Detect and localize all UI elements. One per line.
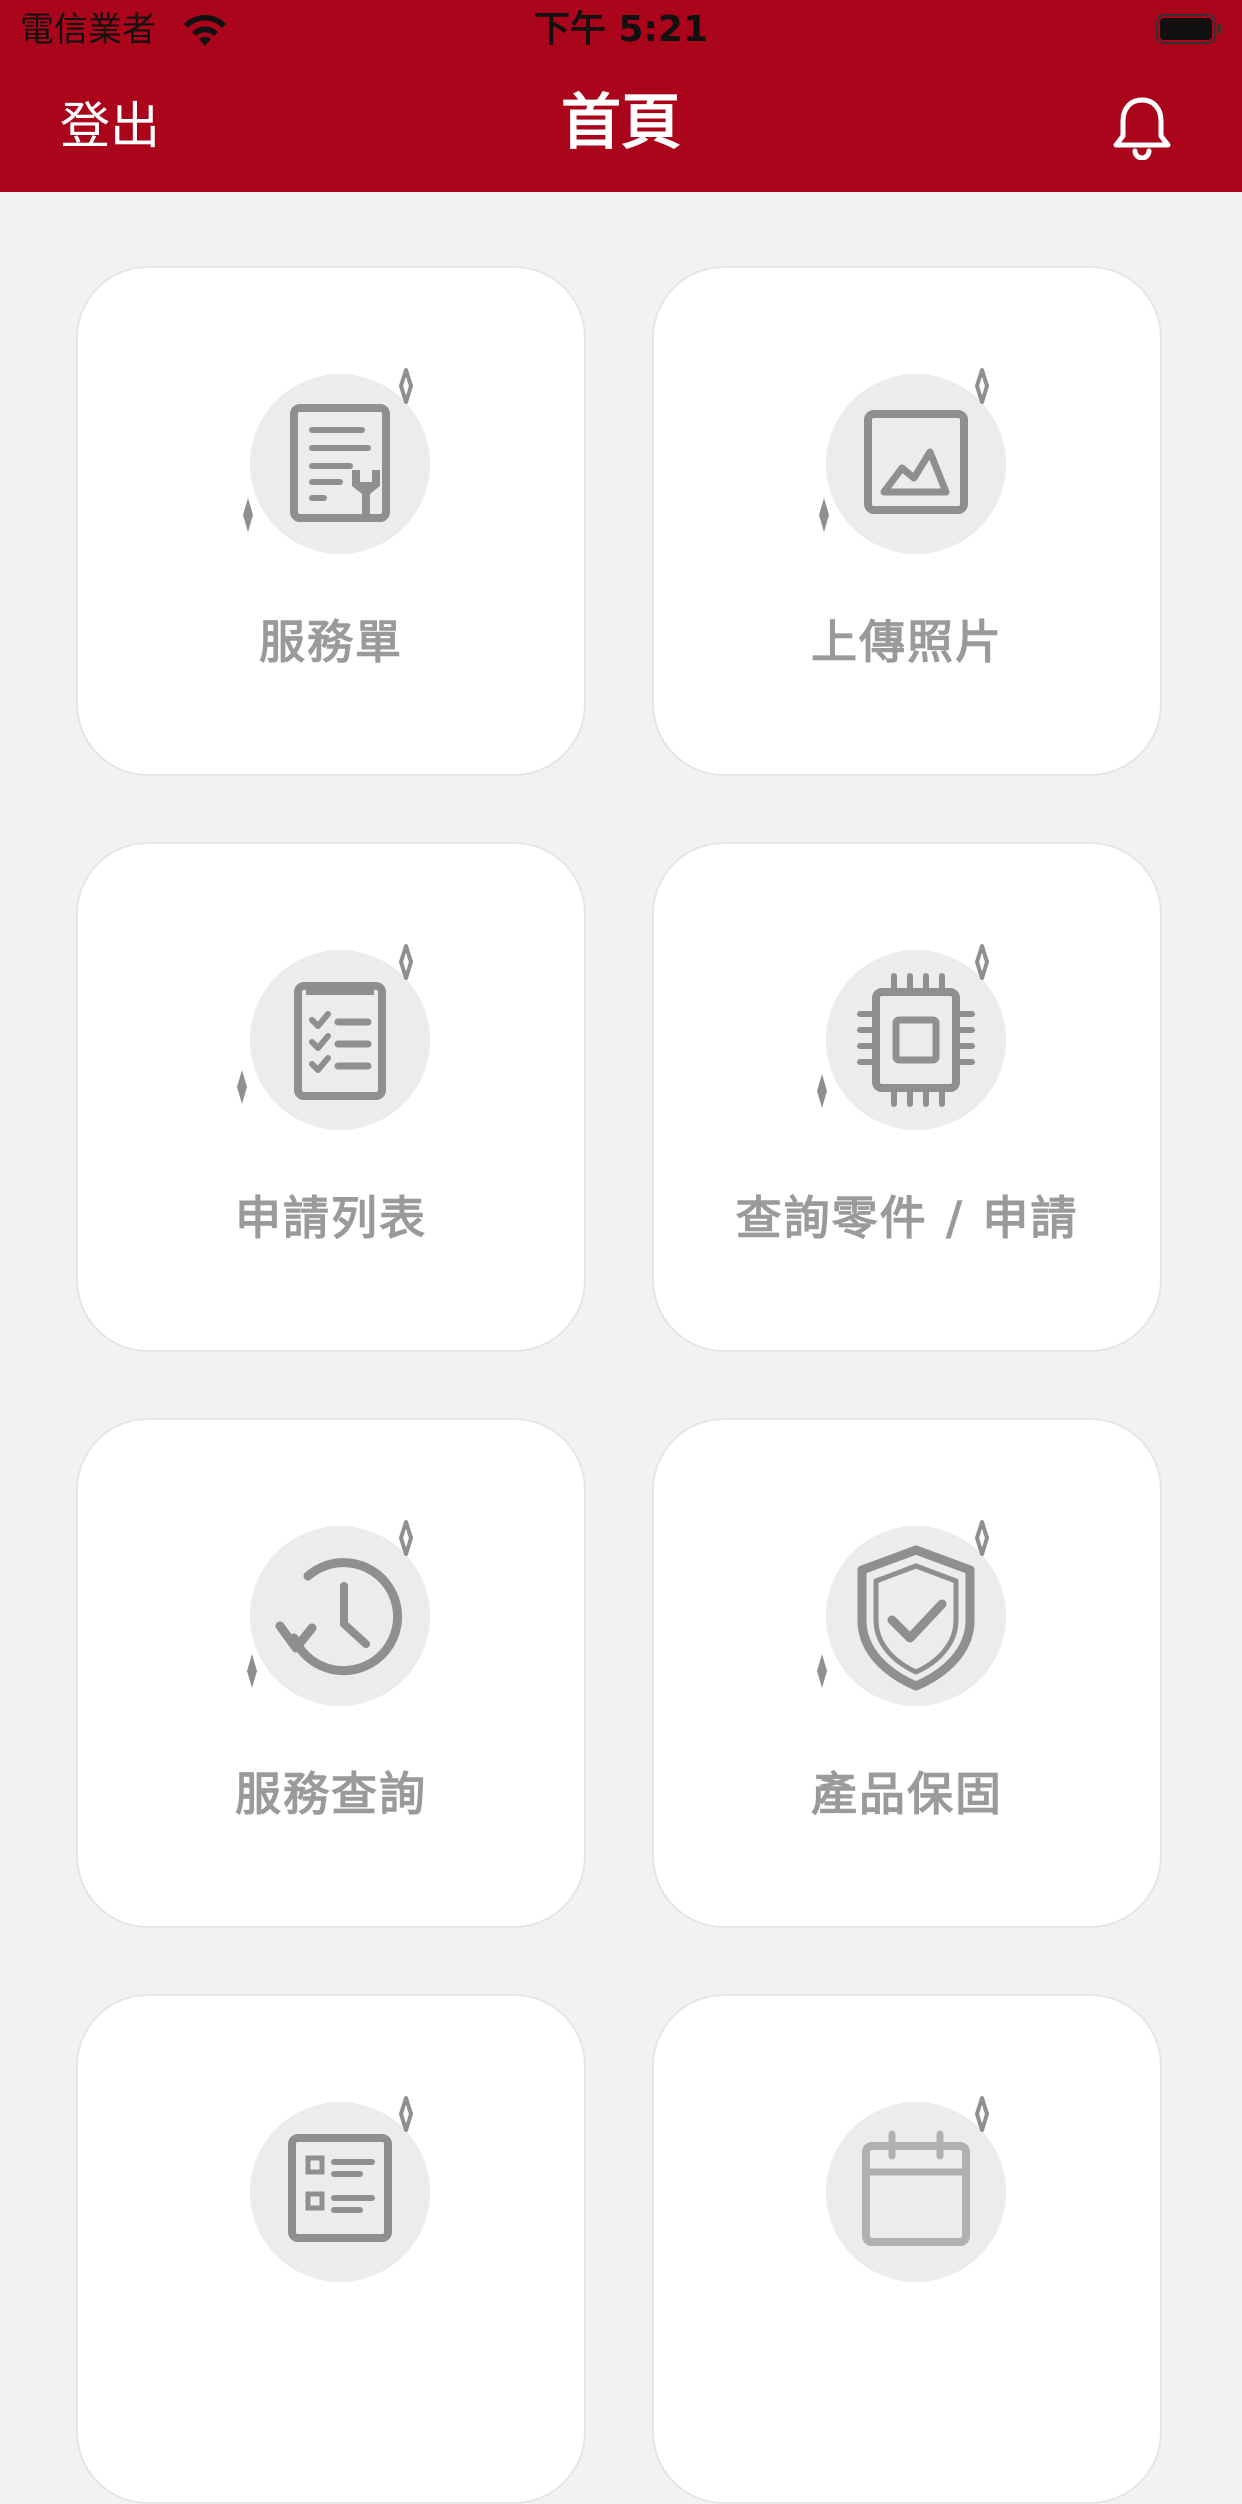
menu-card-label: 查詢零件 / 申請	[735, 1191, 1079, 1245]
sparkle-icon	[237, 1070, 247, 1104]
menu-card-service-order[interactable]: 服務單	[76, 266, 586, 776]
status-bar: 電信業者 下午 5:21	[0, 0, 1242, 60]
sparkle-icon	[817, 1074, 827, 1108]
sparkle-icon	[817, 1654, 827, 1688]
menu-card-document-list[interactable]	[76, 1994, 586, 2504]
sparkle-icon	[975, 368, 989, 404]
menu-card-parts-inquiry[interactable]: 查詢零件 / 申請	[652, 842, 1162, 1352]
menu-card-label: 申請列表	[235, 1191, 427, 1245]
sparkle-icon	[399, 1520, 413, 1556]
menu-card-label: 產品保固	[811, 1767, 1003, 1821]
sparkle-icon	[975, 944, 989, 980]
navigation-bar: 登出 首頁	[0, 60, 1242, 192]
sparkle-icon	[399, 368, 413, 404]
sparkle-icon	[247, 1654, 257, 1688]
page-title: 首頁	[561, 88, 681, 158]
menu-card-label: 上傳照片	[811, 615, 1003, 669]
sparkle-icon	[399, 2096, 413, 2132]
status-time: 下午 5:21	[533, 9, 709, 50]
sparkle-icon	[975, 2096, 989, 2132]
menu-card-label: 服務查詢	[235, 1767, 427, 1821]
menu-card-product-warranty[interactable]: 產品保固	[652, 1418, 1162, 1928]
sparkle-icon	[975, 1520, 989, 1556]
menu-card-application-list[interactable]: 申請列表	[76, 842, 586, 1352]
battery-icon	[1156, 14, 1221, 44]
sparkle-icon	[819, 498, 829, 532]
menu-card-label: 服務單	[259, 615, 403, 669]
menu-card-service-inquiry[interactable]: 服務查詢	[76, 1418, 586, 1928]
sparkle-icon	[399, 944, 413, 980]
notification-bell-icon[interactable]	[1110, 94, 1174, 160]
sparkle-icon	[243, 498, 253, 532]
menu-card-photo-upload[interactable]: 上傳照片	[652, 266, 1162, 776]
menu-card-calendar[interactable]	[652, 1994, 1162, 2504]
